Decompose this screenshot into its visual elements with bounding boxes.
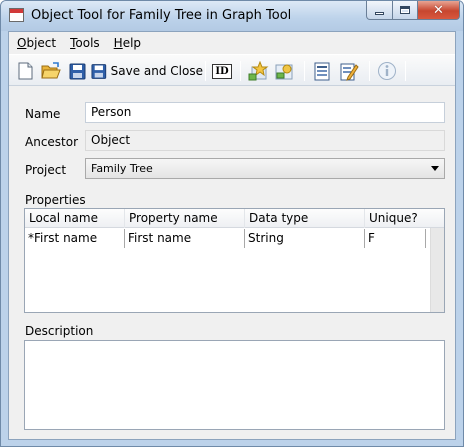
toolbar-separator [369,61,370,81]
new-button[interactable] [15,60,37,82]
save-and-close-button[interactable]: Save and Close [91,60,203,82]
info-icon [378,62,396,80]
project-select-value: Family Tree [91,162,153,175]
toolbar-separator [304,61,305,81]
properties-table[interactable]: Local name Property name Data type Uniqu… [24,208,445,313]
minimize-icon [375,11,384,15]
toolbar-separator [240,61,241,81]
close-icon: ✕ [433,2,444,18]
column-divider [124,209,125,228]
menu-help[interactable]: Help [112,35,143,51]
window-title: Object Tool for Family Tree in Graph Too… [31,8,292,23]
open-folder-icon [41,62,61,79]
column-divider [244,209,245,228]
ancestor-label: Ancestor [25,135,79,149]
title-bar[interactable]: Object Tool for Family Tree in Graph Too… [1,1,463,31]
edit-properties-button[interactable] [272,60,296,82]
form-button[interactable] [310,60,334,82]
id-button[interactable]: ID [210,60,234,82]
minimize-button[interactable] [366,1,393,20]
toolbar-separator [205,61,206,81]
open-button[interactable] [40,60,62,82]
add-properties-icon [248,61,269,81]
column-unique[interactable]: Unique? [369,211,418,225]
properties-table-header: Local name Property name Data type Uniqu… [25,209,444,228]
vertical-scrollbar[interactable] [430,228,444,312]
id-icon: ID [212,63,232,79]
name-field[interactable]: Person [85,102,445,123]
edit-properties-icon [275,64,293,80]
info-button[interactable] [375,60,399,82]
toolbar-separator [405,61,406,81]
maximize-button[interactable] [392,1,418,20]
column-property-name[interactable]: Property name [129,211,218,225]
column-divider [364,209,365,228]
description-label: Description [25,324,94,338]
ancestor-field: Object [85,130,445,151]
window-client: Object Tools Help Save and Close ID Name… [8,31,456,440]
menu-tools[interactable]: Tools [68,35,102,51]
column-data-type[interactable]: Data type [249,211,308,225]
cell-local-name[interactable]: *First name [25,229,125,248]
project-select[interactable]: Family Tree [85,158,445,179]
cell-unique[interactable]: F [365,229,426,248]
chevron-down-icon[interactable] [431,166,439,171]
new-document-icon [18,62,33,80]
menu-bar: Object Tools Help [9,32,455,54]
menu-object[interactable]: Object [15,35,58,51]
save-and-close-label: Save and Close [110,64,203,78]
toolbar: Save and Close ID [9,54,455,86]
table-row[interactable]: *First name First name String F [25,229,430,248]
column-local-name[interactable]: Local name [29,211,98,225]
form-icon [314,62,330,80]
name-label: Name [25,107,61,121]
description-textarea[interactable] [24,340,445,430]
add-properties-button[interactable] [247,60,271,82]
app-window: Object Tool for Family Tree in Graph Too… [0,0,464,447]
save-and-close-icon [91,63,107,79]
edit-form-button[interactable] [337,60,361,82]
save-button[interactable] [66,60,88,82]
cell-data-type[interactable]: String [245,229,365,248]
maximize-icon [400,6,410,14]
properties-label: Properties [25,193,86,207]
app-icon [9,8,24,22]
cell-property-name[interactable]: First name [125,229,245,248]
edit-form-icon [340,63,359,81]
save-icon [69,63,85,79]
project-label: Project [25,163,67,177]
close-button[interactable]: ✕ [417,1,460,20]
